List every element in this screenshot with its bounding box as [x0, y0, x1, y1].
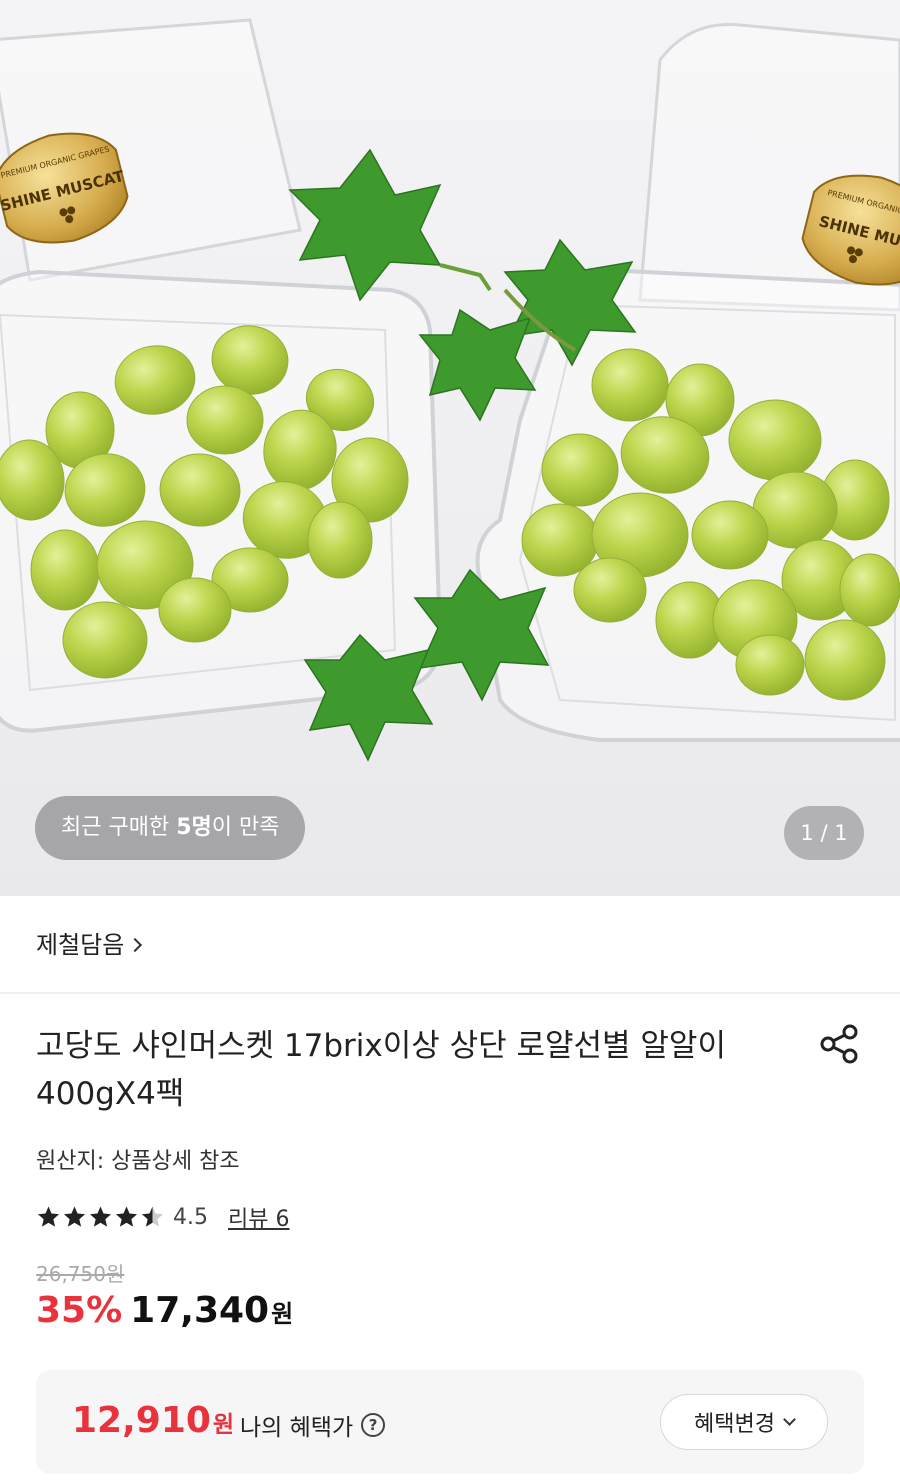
grape — [839, 553, 900, 627]
original-price: 26,750원 — [36, 1262, 125, 1286]
grape — [591, 348, 669, 422]
change-benefit-button[interactable]: 혜택변경 — [660, 1394, 828, 1450]
star-icon — [142, 1206, 163, 1227]
chevron-down-icon — [783, 1412, 796, 1426]
star-icon — [90, 1206, 111, 1227]
buyers-prefix: 최근 구매한 — [61, 815, 177, 840]
star-icon — [64, 1206, 85, 1227]
recent-buyers-badge: 최근 구매한 5명이 만족 — [35, 796, 306, 860]
buyers-suffix: 이 만족 — [211, 815, 280, 840]
grape — [541, 433, 619, 507]
seller-name: 제철담음 — [36, 931, 125, 959]
grape — [804, 619, 886, 701]
grape — [691, 500, 769, 570]
star-icon — [38, 1206, 59, 1227]
grape — [735, 634, 805, 696]
change-benefit-label: 혜택변경 — [694, 1412, 775, 1437]
price-row: 35% 17,340 원 — [36, 1290, 293, 1331]
divider — [0, 992, 900, 994]
review-count-link[interactable]: 리뷰 6 — [228, 1201, 289, 1233]
star-icon — [116, 1206, 137, 1227]
benefit-price: 12,910 원 — [72, 1400, 234, 1441]
chevron-right-icon — [128, 937, 143, 953]
grape — [573, 557, 647, 623]
product-image[interactable]: PREMIUM ORGANIC GRAPES SHINE MUSCAT PREM… — [0, 0, 900, 896]
grape — [30, 529, 100, 611]
benefit-price-currency: 원 — [212, 1412, 235, 1438]
rating-value: 4.5 — [173, 1204, 208, 1230]
rating-row: 4.5 리뷰 6 — [36, 1200, 289, 1234]
benefit-label: 나의 혜택가 — [240, 1415, 354, 1441]
discount-rate: 35% — [36, 1290, 123, 1331]
rating-stars — [36, 1205, 165, 1229]
image-pager: 1 / 1 — [784, 806, 864, 860]
benefit-label-row: 나의 혜택가 ? — [240, 1408, 386, 1442]
grape — [62, 601, 148, 679]
sale-price: 17,340 — [130, 1290, 270, 1331]
benefit-box: 12,910 원 나의 혜택가 ? 혜택변경 — [36, 1370, 864, 1474]
price-currency: 원 — [271, 1300, 294, 1328]
grape — [307, 501, 373, 579]
benefit-price-value: 12,910 — [72, 1400, 211, 1441]
origin-info: 원산지: 상품상세 참조 — [36, 1149, 240, 1174]
grape — [158, 577, 232, 643]
grape — [728, 399, 822, 481]
share-icon[interactable] — [818, 1023, 860, 1065]
buyers-count: 5명 — [176, 815, 212, 840]
grape — [186, 385, 264, 455]
help-circle-icon[interactable]: ? — [361, 1413, 386, 1437]
grapes-photo: PREMIUM ORGANIC GRAPES SHINE MUSCAT PREM… — [0, 18, 900, 762]
seller-link[interactable]: 제철담음 — [36, 925, 143, 960]
product-title: 고당도 샤인머스켓 17brix이상 상단 로얄선별 알알이 400gX4팩 — [36, 1028, 726, 1112]
